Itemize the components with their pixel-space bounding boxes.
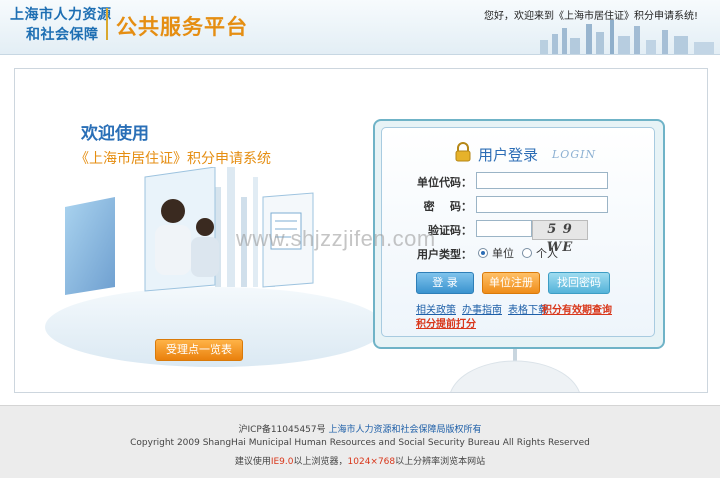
unit-code-label: 单位代码： <box>417 176 472 189</box>
logo-line-2: 和社会保障 <box>26 27 99 43</box>
browser-tip-resolution: 1024×768 <box>347 457 396 467</box>
page-footer: 沪ICP备11045457号 上海市人力资源和社会保障局版权所有 Copyrig… <box>0 405 720 478</box>
unit-code-input[interactable] <box>476 172 608 189</box>
login-button[interactable]: 登 录 <box>416 272 474 294</box>
footer-icp[interactable]: 沪ICP备11045457号 <box>238 425 325 435</box>
logo-separator <box>106 8 108 40</box>
city-skyline-icon <box>540 20 714 54</box>
login-title: 用户登录 <box>478 146 539 164</box>
logo-line-1: 上海市人力资源 <box>10 7 112 23</box>
system-name-heading: 《上海市居住证》积分申请系统 <box>75 151 271 167</box>
browser-tip-prefix: 建议使用 <box>234 457 271 467</box>
login-title-en: LOGIN <box>552 148 597 161</box>
hero-illustration-icon <box>45 167 385 367</box>
browser-tip-ie: IE9.0 <box>270 457 294 467</box>
user-type-person-radio[interactable] <box>522 248 532 258</box>
find-password-button[interactable]: 找回密码 <box>548 272 610 294</box>
logo-platform-title: 公共服务平台 <box>116 15 248 39</box>
service-points-button[interactable]: 受理点一览表 <box>155 339 243 361</box>
user-type-unit-radio[interactable] <box>478 248 488 258</box>
footer-copyright-cn: 沪ICP备11045457号 上海市人力资源和社会保障局版权所有 <box>0 422 720 435</box>
unit-register-button[interactable]: 单位注册 <box>482 272 540 294</box>
link-submit-score[interactable]: 积分提前打分 <box>416 315 476 330</box>
link-valid-period-query[interactable]: 积分有效期查询 <box>542 301 612 316</box>
link-guide[interactable]: 办事指南 <box>462 301 502 316</box>
lock-icon <box>455 142 471 162</box>
page-header: 上海市人力资源 和社会保障 公共服务平台 您好，欢迎来到《上海市居住证》积分申请… <box>0 0 720 55</box>
captcha-input[interactable] <box>476 220 532 237</box>
user-type-unit-label: 单位 <box>492 247 514 260</box>
browser-tip-mid: 以上浏览器， <box>293 457 348 467</box>
welcome-heading: 欢迎使用 <box>81 124 149 144</box>
user-type-person-label: 个人 <box>536 247 558 260</box>
footer-browser-tip: 建议使用IE9.0以上浏览器，1024×768以上分辨率浏览本网站 <box>0 454 720 467</box>
captcha-image[interactable]: 5 9 WE <box>532 220 588 255</box>
footer-owner: 上海市人力资源和社会保障局版权所有 <box>328 425 482 435</box>
link-policy[interactable]: 相关政策 <box>416 301 456 316</box>
monitor-stand-icon <box>450 345 580 392</box>
watermark-text: www.shjzzjifen.com <box>236 226 436 251</box>
password-label: 密 码： <box>423 200 472 213</box>
browser-tip-suffix: 以上分辨率浏览本网站 <box>395 457 486 467</box>
footer-copyright-en: Copyright 2009 ShangHai Municipal Human … <box>130 438 590 448</box>
password-input[interactable] <box>476 196 608 213</box>
